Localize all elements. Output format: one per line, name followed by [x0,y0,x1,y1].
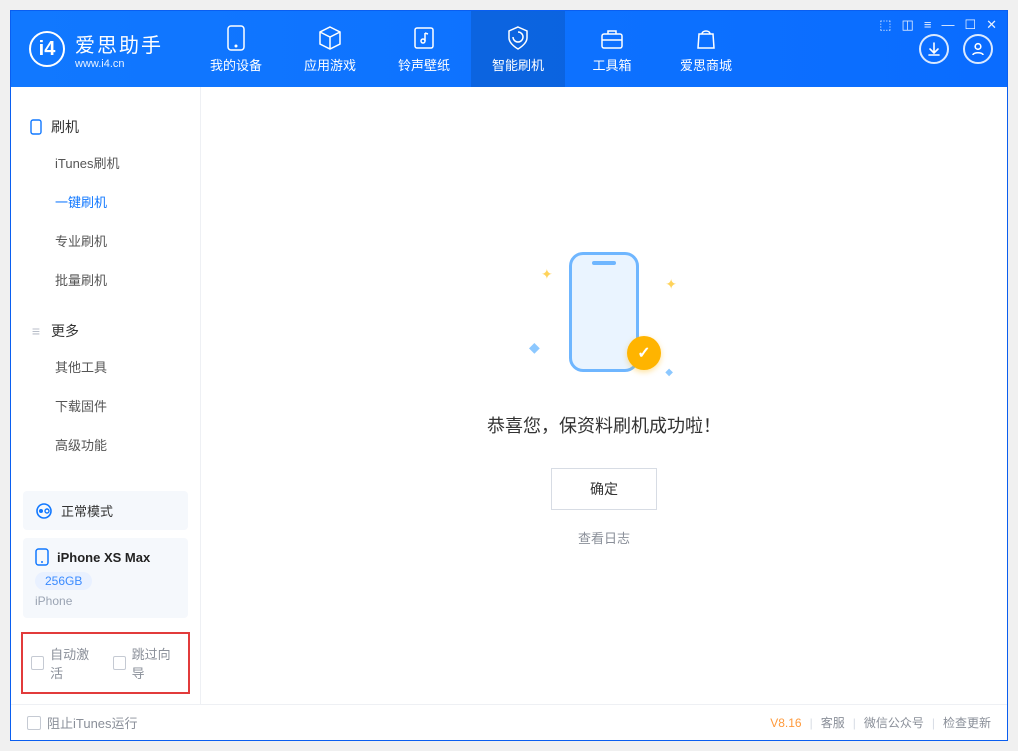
sidebar-group-flash: 刷机 [11,111,200,143]
maximize-button[interactable]: ☐ [964,17,976,33]
tab-label: 我的设备 [210,55,262,74]
sidebar-group-more: ≡ 更多 [11,315,200,347]
device-capacity: 256GB [35,572,92,590]
tab-label: 工具箱 [592,55,631,74]
checkbox-label: 自动激活 [50,644,98,682]
tab-my-device[interactable]: 我的设备 [189,11,283,87]
user-button[interactable] [963,34,993,64]
shield-icon [504,25,532,51]
checkbox-label: 跳过向导 [132,644,180,682]
download-button[interactable] [919,34,949,64]
toolbox-icon [598,25,626,51]
sidebar-item-firmware[interactable]: 下载固件 [11,386,200,425]
tab-apps[interactable]: 应用游戏 [283,11,377,87]
checkbox-skip-guide[interactable]: 跳过向导 [113,644,181,682]
device-type: iPhone [35,594,176,608]
sidebar-group-label: 刷机 [51,117,79,137]
mode-box[interactable]: 正常模式 [23,491,188,530]
logo-icon: i4 [29,31,65,67]
footer: 阻止iTunes运行 V8.16 | 客服 | 微信公众号 | 检查更新 [11,704,1007,740]
sidebar-item-batch[interactable]: 批量刷机 [11,260,200,299]
device-icon [222,25,250,51]
sidebar-item-advanced[interactable]: 高级功能 [11,425,200,464]
menu-icon[interactable]: ≡ [924,17,932,33]
music-icon [410,25,438,51]
tab-label: 铃声壁纸 [398,55,450,74]
ok-button[interactable]: 确定 [551,468,657,510]
titlebar: i4 爱思助手 www.i4.cn 我的设备 应用游戏 铃声壁纸 智能刷机 [11,11,1007,87]
skin-icon[interactable]: ◫ [902,17,914,33]
tab-label: 应用游戏 [304,55,356,74]
main-tabs: 我的设备 应用游戏 铃声壁纸 智能刷机 工具箱 爱思商城 [189,11,753,87]
sparkle-icon: ✦ [665,276,677,293]
pin-icon[interactable]: ⬚ [879,17,891,33]
sidebar-item-oneclick[interactable]: 一键刷机 [11,182,200,221]
checkbox-icon [31,656,44,670]
window-controls: ⬚ ◫ ≡ — ☐ ✕ [879,17,997,33]
sparkle-icon: ◆ [665,367,673,378]
device-name: iPhone XS Max [57,550,150,565]
minimize-button[interactable]: — [941,17,954,33]
phone-small-icon [29,120,43,134]
sparkle-icon: ◆ [529,339,540,356]
check-badge-icon: ✓ [627,336,661,370]
mode-icon [35,502,53,520]
footer-link-wechat[interactable]: 微信公众号 [864,714,924,731]
checkbox-block-itunes[interactable]: 阻止iTunes运行 [27,713,138,732]
sidebar: 刷机 iTunes刷机 一键刷机 专业刷机 批量刷机 ≡ 更多 其他工具 下载固… [11,87,201,704]
version-label: V8.16 [770,716,801,730]
app-window: ⬚ ◫ ≡ — ☐ ✕ i4 爱思助手 www.i4.cn 我的设备 应用游戏 [10,10,1008,741]
sidebar-item-other[interactable]: 其他工具 [11,347,200,386]
tab-store[interactable]: 爱思商城 [659,11,753,87]
brand-name: 爱思助手 [75,29,163,58]
checkbox-icon [113,656,126,670]
main-content: ✦ ✦ ◆ ◆ ✓ 恭喜您，保资料刷机成功啦！ 确定 查看日志 [201,87,1007,704]
more-icon: ≡ [29,324,43,338]
checkbox-label: 阻止iTunes运行 [47,713,138,732]
close-button[interactable]: ✕ [986,17,997,33]
body: 刷机 iTunes刷机 一键刷机 专业刷机 批量刷机 ≡ 更多 其他工具 下载固… [11,87,1007,704]
device-box[interactable]: iPhone XS Max 256GB iPhone [23,538,188,618]
success-illustration: ✦ ✦ ◆ ◆ ✓ [529,244,679,384]
device-icon [35,548,49,566]
brand-url: www.i4.cn [75,58,163,70]
mode-label: 正常模式 [61,501,113,520]
logo: i4 爱思助手 www.i4.cn [11,11,181,87]
sidebar-group-label: 更多 [51,321,79,341]
checkbox-auto-activate[interactable]: 自动激活 [31,644,99,682]
sparkle-icon: ✦ [541,266,553,283]
cube-icon [316,25,344,51]
view-log-link[interactable]: 查看日志 [578,528,630,547]
footer-link-support[interactable]: 客服 [821,714,845,731]
tab-toolbox[interactable]: 工具箱 [565,11,659,87]
sidebar-item-itunes[interactable]: iTunes刷机 [11,143,200,182]
success-message: 恭喜您，保资料刷机成功啦！ [487,412,721,438]
footer-link-update[interactable]: 检查更新 [943,714,991,731]
tab-label: 爱思商城 [680,55,732,74]
tab-label: 智能刷机 [492,55,544,74]
sidebar-item-pro[interactable]: 专业刷机 [11,221,200,260]
options-highlight: 自动激活 跳过向导 [21,632,190,694]
checkbox-icon [27,716,41,730]
bag-icon [692,25,720,51]
tab-flash[interactable]: 智能刷机 [471,11,565,87]
tab-ringtones[interactable]: 铃声壁纸 [377,11,471,87]
